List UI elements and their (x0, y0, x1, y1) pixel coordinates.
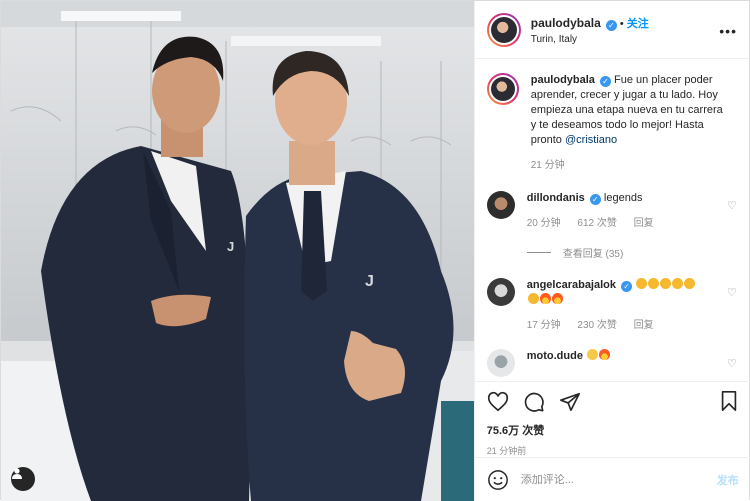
comment-item: moto.dude ♡ (486, 349, 739, 377)
emoji-icon[interactable] (487, 469, 509, 491)
caption: paulodybala ✓ Fue un placer poder aprend… (486, 73, 739, 173)
mention-link[interactable]: @cristiano (565, 134, 617, 146)
comment-item: angelcarabajalok ✓ 17 分钟 230 次赞 回复 ♡ (486, 278, 739, 333)
svg-text:J: J (365, 273, 374, 290)
commenter-avatar[interactable] (486, 278, 515, 306)
comment-input[interactable] (520, 473, 691, 486)
view-replies-label: 查看回复 (35) (562, 249, 624, 260)
more-options-icon[interactable]: ••• (719, 23, 737, 39)
verified-icon: ✓ (605, 19, 617, 31)
comment-item: dillondanis ✓ legends 20 分钟 612 次赞 回复 ♡ (486, 191, 739, 231)
comment-likes[interactable]: 230 次赞 (577, 320, 616, 331)
comment-username[interactable]: angelcarabajalok (527, 279, 616, 291)
instagram-post: J J paulodybala ✓ • 关注 Turin, Italy ••• … (0, 0, 750, 501)
comment-username[interactable]: moto.dude (527, 350, 583, 362)
post-sidebar: paulodybala ✓ • 关注 Turin, Italy ••• paul… (473, 1, 750, 501)
person-glyph (12, 468, 22, 479)
emoji-reaction-icon (586, 349, 611, 362)
author-avatar[interactable] (486, 12, 521, 47)
likes-count[interactable]: 75.6万 次赞 (487, 422, 739, 438)
author-username[interactable]: paulodybala (531, 16, 601, 30)
verified-icon: ✓ (621, 281, 633, 292)
post-photo[interactable]: J J (1, 1, 474, 501)
verified-icon: ✓ (589, 194, 601, 205)
clap-emoji-icon (635, 278, 696, 291)
share-icon[interactable] (559, 391, 581, 413)
svg-text:J: J (227, 239, 234, 254)
post-timestamp: 21 分钟前 (486, 446, 527, 456)
comment-like-icon[interactable]: ♡ (727, 357, 737, 370)
caption-time: 21 分钟 (530, 160, 565, 171)
heart-icon[interactable] (487, 391, 509, 413)
commenter-avatar[interactable] (486, 349, 515, 377)
user-tag-icon[interactable] (11, 467, 35, 491)
comment-username[interactable]: dillondanis (527, 192, 585, 204)
comment-likes[interactable]: 612 次赞 (577, 218, 616, 229)
comment-like-icon[interactable]: ♡ (727, 286, 737, 299)
comment-like-icon[interactable]: ♡ (727, 199, 737, 212)
clap-fire-emoji-icon (527, 293, 563, 306)
post-comment-button[interactable]: 发布 (717, 472, 739, 488)
caption-avatar[interactable] (486, 73, 519, 105)
follow-button[interactable]: 关注 (627, 18, 649, 30)
verified-icon: ✓ (599, 76, 611, 87)
location-link[interactable]: Turin, Italy (531, 34, 649, 45)
comment-time: 17 分钟 (526, 320, 561, 331)
comment-text: legends (603, 192, 643, 204)
comment-icon[interactable] (523, 391, 545, 413)
commenter-avatar[interactable] (486, 191, 515, 219)
view-replies-button[interactable]: 查看回复 (35) (526, 245, 739, 260)
photo-illustration: J J (1, 1, 474, 501)
caption-username[interactable]: paulodybala (531, 74, 595, 86)
reply-button[interactable]: 回复 (634, 218, 654, 229)
post-header: paulodybala ✓ • 关注 Turin, Italy ••• (474, 1, 749, 59)
bookmark-icon[interactable] (719, 390, 739, 412)
reply-button[interactable]: 回复 (634, 320, 654, 331)
comment-composer: 发布 (474, 457, 750, 501)
comments-list[interactable]: paulodybala ✓ Fue un placer poder aprend… (475, 59, 750, 379)
comment-time: 20 分钟 (526, 218, 561, 229)
